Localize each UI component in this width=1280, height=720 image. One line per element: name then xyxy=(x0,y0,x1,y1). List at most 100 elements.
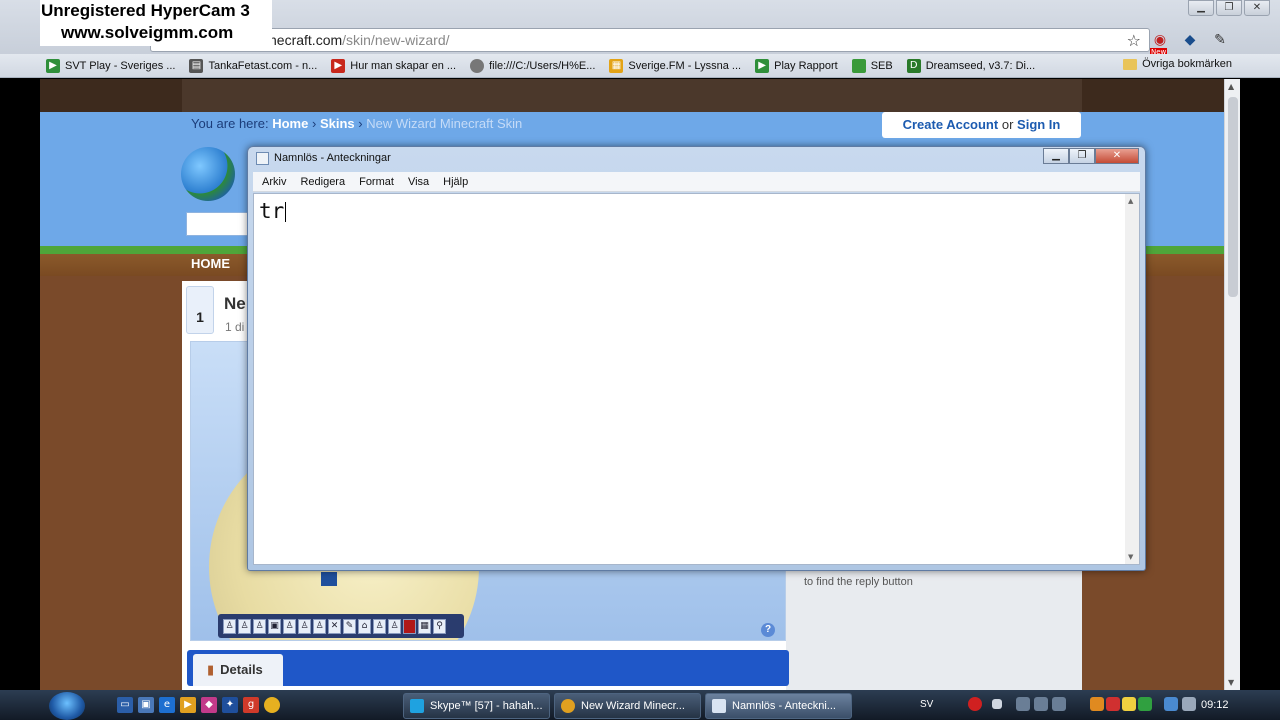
site-logo-globe-icon[interactable] xyxy=(181,147,235,201)
tab-details-label: Details xyxy=(220,662,263,677)
pose-button[interactable]: ✎ xyxy=(343,618,356,634)
bookmark-label: TankaFetast.com - n... xyxy=(208,59,318,72)
notepad-icon xyxy=(256,152,269,165)
vote-widget[interactable]: 1 xyxy=(186,286,214,334)
breadcrumb-home-link[interactable]: Home xyxy=(272,116,308,131)
bookmark-item[interactable]: ▤ TankaFetast.com - n... xyxy=(189,58,318,73)
show-desktop-icon[interactable]: ▭ xyxy=(117,697,133,713)
notepad-scrollbar[interactable]: ▲ ▼ xyxy=(1125,194,1139,564)
tray-icon[interactable] xyxy=(1034,697,1048,711)
menu-arkiv[interactable]: Arkiv xyxy=(262,176,286,188)
seb-icon xyxy=(851,58,866,73)
help-icon[interactable]: ? xyxy=(761,623,775,637)
skin-title: Ne xyxy=(224,294,246,313)
scroll-up-arrow-icon[interactable]: ▲ xyxy=(1128,197,1133,205)
page-scrollbar[interactable]: ▲ ▼ xyxy=(1224,79,1240,690)
bookmark-item[interactable]: ▶ Hur man skapar en ... xyxy=(331,58,457,73)
volume-icon[interactable] xyxy=(1182,697,1196,711)
nav-home-link[interactable]: HOME xyxy=(191,256,230,271)
tray-icon[interactable] xyxy=(1106,697,1120,711)
text-caret xyxy=(285,202,287,222)
scroll-down-arrow-icon[interactable]: ▼ xyxy=(1228,678,1234,687)
youtube-icon: ▶ xyxy=(331,58,346,73)
bookmark-item[interactable]: D Dreamseed, v3.7: Di... xyxy=(906,58,1035,73)
taskbar-skype[interactable]: Skype™ [57] - hahah... xyxy=(403,693,550,719)
notepad-window-controls: ▁ ❐ ✕ xyxy=(1043,148,1139,164)
pose-button[interactable]: ♙ xyxy=(298,618,311,634)
pose-button[interactable]: ♙ xyxy=(373,618,386,634)
pose-button[interactable]: ♙ xyxy=(223,618,236,634)
sign-in-link[interactable]: Sign In xyxy=(1017,117,1060,132)
clock[interactable]: 09:12 xyxy=(1201,699,1229,711)
taskbar-chrome[interactable]: New Wizard Minecr... xyxy=(554,693,701,719)
dreamseed-icon: D xyxy=(906,58,921,73)
plugin-icon[interactable]: ◆ xyxy=(1180,30,1200,50)
zoom-button[interactable]: ⚲ xyxy=(433,618,446,634)
stop-icon[interactable] xyxy=(992,699,1002,709)
task-label: Namnlös - Anteckni... xyxy=(732,700,836,712)
google-icon[interactable]: g xyxy=(243,697,259,713)
notepad-minimize-button[interactable]: ▁ xyxy=(1043,148,1069,164)
pose-button[interactable]: ♙ xyxy=(388,618,401,634)
create-account-link[interactable]: Create Account xyxy=(903,117,999,132)
record-pause-icon[interactable] xyxy=(968,697,982,711)
tray-icon[interactable] xyxy=(1052,697,1066,711)
network-icon[interactable] xyxy=(1164,697,1178,711)
minimize-button[interactable]: ▁ xyxy=(1188,0,1214,16)
tray-icon[interactable] xyxy=(1122,697,1136,711)
notepad-maximize-button[interactable]: ❐ xyxy=(1069,148,1095,164)
menu-hjalp[interactable]: Hjälp xyxy=(443,176,468,188)
bookmark-item[interactable]: SEB xyxy=(851,58,893,73)
app-shortcut-icon[interactable]: ✦ xyxy=(222,697,238,713)
pose-button[interactable]: ▣ xyxy=(268,618,281,634)
menu-redigera[interactable]: Redigera xyxy=(300,176,345,188)
address-bar[interactable]: necraft.com/skin/new-wizard/ ☆ xyxy=(150,28,1150,52)
bookmark-item[interactable]: ▶ Play Rapport xyxy=(755,58,838,73)
hypercam-watermark: Unregistered HyperCam 3 www.solveigmm.co… xyxy=(40,0,272,46)
bookmark-item[interactable]: ▦ Sverige.FM - Lyssna ... xyxy=(609,58,741,73)
play-arrow-icon: ▶ xyxy=(755,58,770,73)
internet-explorer-icon[interactable]: e xyxy=(159,697,175,713)
close-button[interactable]: ✕ xyxy=(1244,0,1270,16)
other-bookmarks[interactable]: Övriga bokmärken xyxy=(1123,58,1232,70)
bookmark-star-icon[interactable]: ☆ xyxy=(1127,30,1141,52)
switch-windows-icon[interactable]: ▣ xyxy=(138,697,154,713)
site-search-input[interactable] xyxy=(186,212,248,236)
language-indicator[interactable]: SV xyxy=(920,699,933,710)
tray-icon[interactable] xyxy=(1016,697,1030,711)
notepad-close-button[interactable]: ✕ xyxy=(1095,148,1139,164)
pose-button[interactable]: ⌂ xyxy=(358,618,371,634)
start-button-icon[interactable] xyxy=(49,692,85,720)
new-extension-icon[interactable]: ◉ xyxy=(1150,30,1170,56)
tray-icon[interactable] xyxy=(1138,697,1152,711)
pose-button[interactable]: ✕ xyxy=(328,618,341,634)
tray-icon[interactable] xyxy=(1090,697,1104,711)
record-button[interactable] xyxy=(403,618,416,634)
pose-button[interactable]: ▦ xyxy=(418,618,431,634)
maximize-button[interactable]: ❐ xyxy=(1216,0,1242,16)
media-player-icon[interactable]: ▶ xyxy=(180,697,196,713)
scroll-down-arrow-icon[interactable]: ▼ xyxy=(1128,553,1133,561)
bookmark-item[interactable]: ▶ SVT Play - Sveriges ... xyxy=(46,58,175,73)
task-label: New Wizard Minecr... xyxy=(581,700,685,712)
play-arrow-icon: ▶ xyxy=(46,58,60,73)
taskbar-notepad[interactable]: Namnlös - Anteckni... xyxy=(705,693,852,719)
scroll-thumb[interactable] xyxy=(1228,97,1238,297)
bookmark-label: Hur man skapar en ... xyxy=(350,59,457,72)
wrench-menu-icon[interactable]: ✎ xyxy=(1210,30,1230,50)
notepad-text-area[interactable]: tr ▲ ▼ xyxy=(253,193,1140,565)
pose-button[interactable]: ♙ xyxy=(238,618,251,634)
pose-button[interactable]: ♙ xyxy=(253,618,266,634)
menu-visa[interactable]: Visa xyxy=(408,176,429,188)
bookmark-item[interactable]: file:///C:/Users/H%E... xyxy=(470,58,595,73)
app-launcher-icon[interactable]: ◆ xyxy=(201,697,217,713)
breadcrumb-skins-link[interactable]: Skins xyxy=(320,116,355,131)
pose-button[interactable]: ♙ xyxy=(313,618,326,634)
menu-format[interactable]: Format xyxy=(359,176,394,188)
pose-button[interactable]: ♙ xyxy=(283,618,296,634)
bookmark-label: SEB xyxy=(870,59,893,72)
tab-details[interactable]: ▮ Details xyxy=(193,654,283,686)
breadcrumb-separator: › xyxy=(311,116,317,131)
chrome-icon[interactable] xyxy=(264,697,280,713)
scroll-up-arrow-icon[interactable]: ▲ xyxy=(1228,82,1234,91)
